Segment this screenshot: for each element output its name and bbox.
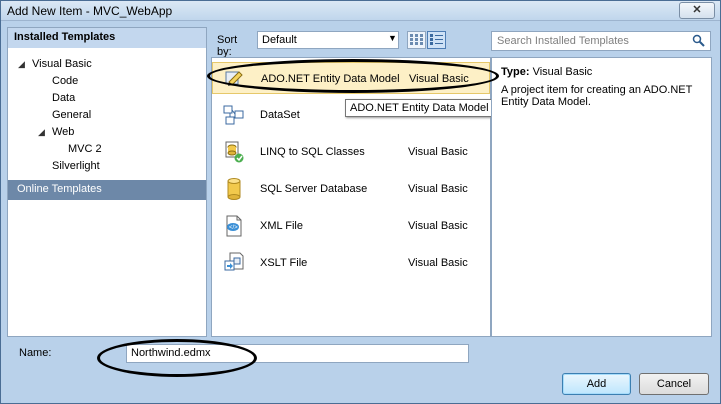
online-templates-header[interactable]: Online Templates: [8, 180, 206, 200]
template-name: LINQ to SQL Classes: [260, 146, 365, 158]
search-placeholder: Search Installed Templates: [497, 35, 629, 47]
template-item-ado-net-entity-data-model[interactable]: ADO.NET Entity Data Model Visual Basic: [212, 62, 490, 94]
title-bar[interactable]: Add New Item - MVC_WebApp ✕: [1, 1, 720, 21]
template-details-panel: Type: Visual Basic A project item for cr…: [491, 57, 712, 337]
template-tooltip: ADO.NET Entity Data Model: [345, 99, 494, 117]
search-templates-input[interactable]: Search Installed Templates: [491, 31, 711, 51]
templates-panel: Installed Templates ◢ Visual Basic Code …: [7, 27, 207, 337]
tree-item-label: Visual Basic: [32, 58, 92, 70]
entity-model-icon: [225, 71, 243, 86]
close-icon: ✕: [692, 4, 702, 16]
tree-item-label: Web: [52, 126, 75, 138]
grid-view-icon: [410, 34, 423, 45]
sort-by-dropdown[interactable]: Default ▼: [257, 31, 399, 49]
name-input[interactable]: Northwind.edmx: [126, 344, 469, 363]
type-label: Type:: [501, 66, 530, 78]
xslt-file-icon: [224, 252, 244, 271]
search-icon[interactable]: [692, 34, 705, 47]
add-button[interactable]: Add: [562, 373, 631, 395]
template-description: A project item for creating an ADO.NET E…: [501, 84, 693, 108]
medium-icons-view-button[interactable]: [427, 31, 446, 49]
expanded-arrow-icon[interactable]: ◢: [38, 124, 45, 140]
template-item-sql-server-database[interactable]: SQL Server Database Visual Basic: [212, 173, 490, 205]
svg-text:</>: </>: [229, 225, 238, 231]
expanded-arrow-icon[interactable]: ◢: [18, 56, 25, 72]
template-name: ADO.NET Entity Data Model: [261, 73, 400, 85]
sort-by-value: Default: [262, 34, 297, 46]
list-view-icon: [430, 34, 443, 45]
xml-file-icon: </>: [226, 215, 242, 237]
template-language: Visual Basic: [408, 257, 468, 269]
template-item-linq-to-sql-classes[interactable]: LINQ to SQL Classes Visual Basic: [212, 136, 490, 168]
installed-templates-header[interactable]: Installed Templates: [8, 28, 206, 48]
template-name: DataSet: [260, 109, 300, 121]
cancel-button[interactable]: Cancel: [639, 373, 709, 395]
template-language: Visual Basic: [408, 146, 468, 158]
online-templates-label: Online Templates: [17, 183, 102, 195]
tree-item-label: Silverlight: [52, 160, 100, 172]
small-icons-view-button[interactable]: [407, 31, 426, 49]
template-name: XML File: [260, 220, 303, 232]
template-item-xml-file[interactable]: </> XML File Visual Basic: [212, 210, 490, 242]
template-language: Visual Basic: [409, 73, 469, 85]
template-name: XSLT File: [260, 257, 308, 269]
template-name: SQL Server Database: [260, 183, 368, 195]
window-title: Add New Item - MVC_WebApp: [7, 4, 173, 18]
template-language: Visual Basic: [408, 183, 468, 195]
tree-item-label: Code: [52, 75, 79, 87]
add-new-item-dialog: Add New Item - MVC_WebApp ✕ Installed Te…: [0, 0, 721, 404]
template-language: Visual Basic: [408, 220, 468, 232]
name-value: Northwind.edmx: [131, 347, 211, 359]
installed-templates-label: Installed Templates: [14, 31, 116, 43]
database-icon: [227, 178, 241, 200]
template-type-row: Type: Visual Basic: [501, 66, 592, 78]
sort-by-label: Sort by:: [217, 34, 238, 58]
linq-icon: [225, 141, 244, 163]
dataset-icon: [223, 105, 244, 125]
close-button[interactable]: ✕: [679, 2, 715, 19]
tree-item-label: General: [52, 109, 92, 121]
template-item-xslt-file[interactable]: XSLT File Visual Basic: [212, 247, 490, 279]
tree-item-label: MVC 2: [68, 143, 102, 155]
tree-item-label: Data: [52, 92, 76, 104]
type-value: Visual Basic: [532, 66, 593, 78]
dropdown-arrow-icon: ▼: [388, 33, 397, 43]
name-label: Name:: [19, 347, 52, 359]
